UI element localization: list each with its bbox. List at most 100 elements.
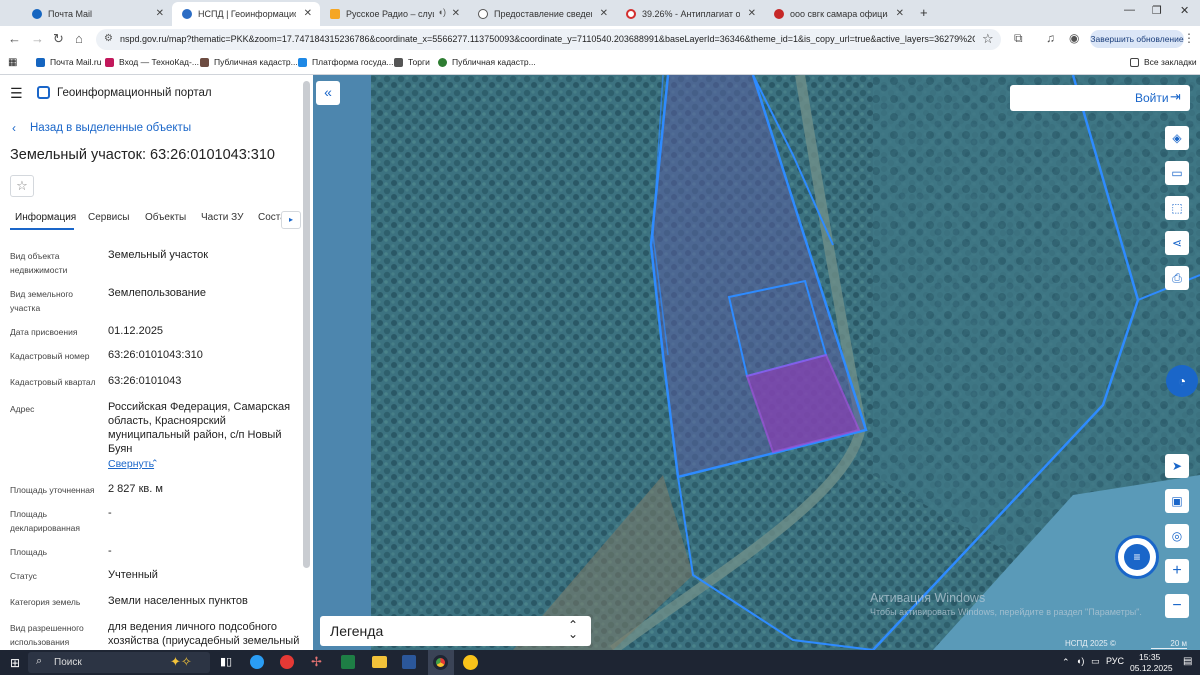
clock-date[interactable]: 05.12.2025 [1130,663,1173,673]
sort-arrows-icon[interactable]: ⌃ ⌄ [568,619,578,640]
bookmark-pkk-2[interactable]: Публичная кадастр... [438,57,536,67]
select-area-button[interactable]: ⬚ [1165,196,1189,220]
browser-tab-mail[interactable]: Почта Mail ✕ [22,2,172,26]
assistant-button[interactable]: ◔ [1166,365,1198,397]
chevron-left-icon[interactable]: ‹ [12,121,16,135]
yandex-browser-icon[interactable] [280,655,294,669]
favorite-star-button[interactable]: ☆ [10,175,34,197]
chat-assistant-button[interactable]: ≡ [1115,535,1159,579]
field-label: Статус [10,571,37,581]
browser-tab-nspd[interactable]: НСПД | Геоинформационный ✕ [172,2,320,26]
close-icon[interactable]: ✕ [304,8,312,19]
field-value: 2 827 кв. м [108,483,163,495]
basemap-button[interactable]: ▣ [1165,489,1189,513]
excel-icon[interactable] [341,655,355,669]
layers-button[interactable]: ◈ [1165,126,1189,150]
update-browser-button[interactable]: Завершить обновление [1090,30,1184,48]
minimize-icon[interactable]: — [1124,4,1135,16]
edge-icon[interactable] [250,655,264,669]
speaker-icon[interactable]: ◖) [438,7,446,17]
keyboard-layout[interactable]: РУС [1106,656,1124,666]
reload-icon[interactable]: ↻ [53,31,64,47]
new-tab-button[interactable]: + [920,5,928,20]
legend-label: Легенда [330,623,384,639]
taskbar-search[interactable]: ⌕ Поиск ✦✧ [28,652,210,673]
profile-icon[interactable]: ◉ [1069,31,1079,45]
browser-tab-radio[interactable]: Русское Радио – слушать ◖) ✕ [320,2,468,26]
bookmark-torgi[interactable]: Торги [394,57,430,67]
word-icon[interactable] [402,655,416,669]
tray-expand-icon[interactable]: ⌃ [1062,657,1070,668]
file-explorer-icon[interactable] [372,656,387,668]
field-value: Землепользование [108,287,207,299]
extensions-icon[interactable]: ⧉ [1014,31,1023,46]
navigate-button[interactable]: ➤ [1165,454,1189,478]
clock-time[interactable]: 15:35 [1139,652,1160,662]
tab-parts[interactable]: Части ЗУ [201,212,243,223]
url-text[interactable]: nspd.gov.ru/map?thematic=PKK&zoom=17.747… [120,34,975,44]
login-icon: ⇥ [1170,89,1181,104]
login-button[interactable]: Войти [1135,91,1169,105]
field-value: Учтенный [108,569,158,581]
share-button[interactable]: ⋖ [1165,231,1189,255]
tab-services[interactable]: Сервисы [88,212,129,223]
browser-tab-svgk[interactable]: ооо свгк самара официальны ✕ [764,2,912,26]
browser-tab-antiplagiat[interactable]: 39.26% - Антиплагиат онлайн ✕ [616,2,764,26]
close-icon[interactable]: ✕ [452,8,460,19]
collapse-sidebar-button[interactable]: « [316,81,340,105]
home-icon[interactable]: ⌂ [75,31,83,46]
legend-panel[interactable]: Легенда ⌃ ⌄ [320,616,591,646]
hamburger-menu-icon[interactable]: ☰ [10,85,23,102]
bookmark-gosuslugi[interactable]: Платформа госуда... [298,57,394,67]
close-icon[interactable]: ✕ [600,8,608,19]
task-view-icon[interactable]: ▮▯ [220,655,232,668]
apps-grid-icon[interactable]: ▦ [8,57,17,68]
back-arrow-icon[interactable]: ← [8,31,21,46]
map-view[interactable]: « Войти ⇥ Легенда ⌃ ⌄ Активация Windows Ч… [313,75,1200,650]
printer-icon: ⎙ [1172,270,1182,285]
menu-dots-icon[interactable]: ⋮ [1183,31,1195,45]
notification-icon[interactable]: ▤ [1183,656,1192,667]
tab-objects[interactable]: Объекты [145,212,186,223]
portal-logo-icon [37,86,50,99]
forward-arrow-icon[interactable]: → [31,31,44,46]
measure-button[interactable]: ▭ [1165,161,1189,185]
windows-start-icon[interactable]: ⊞ [10,656,20,670]
login-panel[interactable]: Войти ⇥ [1010,85,1190,111]
nspd-icon [182,9,192,19]
media-icon[interactable]: ♫ [1046,31,1055,45]
close-icon[interactable]: ✕ [156,8,164,19]
field-value: Земли населенных пунктов [108,595,248,607]
close-window-icon[interactable]: ✕ [1180,4,1189,17]
sidebar-scrollbar[interactable] [303,81,310,568]
close-icon[interactable]: ✕ [896,8,904,19]
close-icon[interactable]: ✕ [748,8,756,19]
back-to-selected-link[interactable]: Назад в выделенные объекты [30,122,191,134]
tabs-scroll-right-icon[interactable]: ▸ [281,211,301,229]
volume-icon[interactable]: ◖) [1076,656,1084,666]
maximize-icon[interactable]: ❐ [1152,4,1162,17]
bookmark-mail[interactable]: Почта Mail.ru [36,57,101,67]
bookmark-pkk-1[interactable]: Публичная кадастр... [200,57,298,67]
zoom-out-button[interactable]: − [1165,594,1189,618]
all-bookmarks-button[interactable]: Все закладки [1130,57,1197,67]
site-info-icon[interactable]: ⚙ [104,33,113,44]
pin-icon[interactable]: ✢ [311,654,322,670]
print-button[interactable]: ⎙ [1165,266,1189,290]
bookmark-tehnokad[interactable]: Вход — ТехноКад-... [105,57,199,67]
zoom-in-button[interactable]: + [1165,559,1189,583]
chevron-up-icon[interactable]: ⌃ [151,458,159,469]
basemap-icon: ▣ [1171,494,1183,508]
bookmark-star-icon[interactable]: ☆ [982,31,994,47]
address-bar[interactable]: ⚙ nspd.gov.ru/map?thematic=PKK&zoom=17.7… [96,29,1001,50]
tab-information[interactable]: Информация [15,212,76,223]
chrome-taskbar-button[interactable] [428,650,454,675]
satellite-map[interactable] [313,75,1200,650]
field-label: Дата присвоения [10,327,78,337]
1c-icon[interactable] [463,655,478,670]
network-icon[interactable]: ▭ [1091,656,1100,667]
browser-tab-svedeniya[interactable]: Предоставление сведений из ✕ [468,2,616,26]
info-sidebar: ☰ Геоинформационный портал ‹ Назад в выд… [0,75,313,650]
collapse-link[interactable]: Свернуть [108,458,154,470]
locate-button[interactable]: ◎ [1165,524,1189,548]
